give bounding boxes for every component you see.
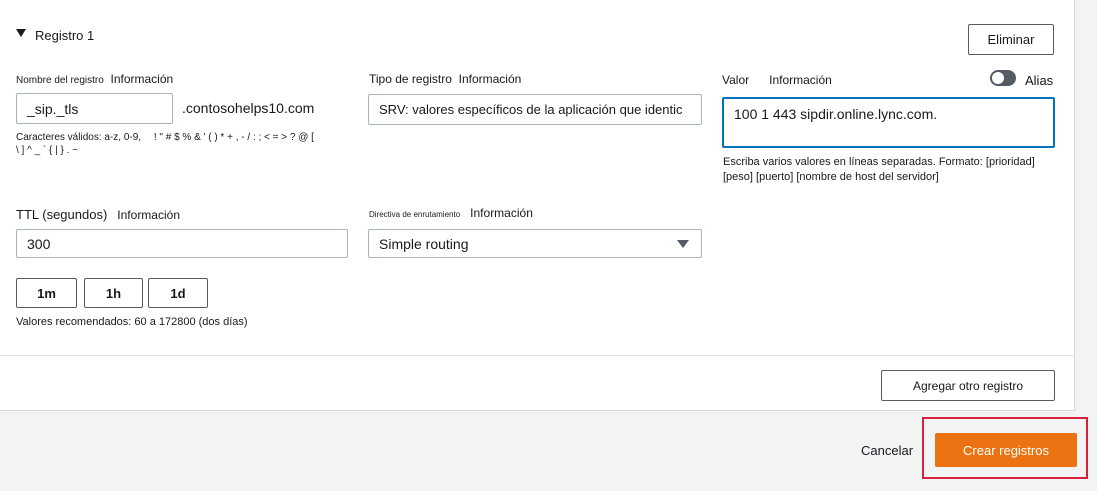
hint-chars-line1: ! " # $ % & ' ( ) * + , - / : ; < = > ? … — [153, 132, 314, 143]
value-hint: Escriba varios valores en líneas separad… — [723, 155, 1035, 185]
section-divider — [0, 355, 1074, 356]
record-panel: Registro 1 Eliminar Nombre del registro … — [0, 0, 1075, 411]
record-name-label: Nombre del registro — [16, 75, 104, 86]
record-type-info-link[interactable]: Información — [459, 72, 522, 86]
ttl-1m-button[interactable]: 1m — [16, 278, 77, 308]
highlight-box — [922, 417, 1088, 479]
collapse-triangle-icon[interactable] — [16, 29, 26, 37]
record-type-label-row: Tipo de registro Información — [369, 72, 521, 86]
toggle-knob — [992, 72, 1004, 84]
ttl-1h-button[interactable]: 1h — [84, 278, 143, 308]
value-hint-line1: Escriba varios valores en líneas separad… — [723, 156, 1035, 168]
routing-value: Simple routing — [379, 235, 469, 252]
record-name-input[interactable]: _sip._tls — [16, 93, 173, 124]
value-label: Valor — [722, 73, 750, 87]
routing-select[interactable]: Simple routing — [368, 229, 702, 258]
routing-label: Directiva de enrutamiento — [369, 210, 461, 219]
routing-info-link[interactable]: Información — [470, 206, 533, 220]
value-textarea[interactable]: 100 1 443 sipdir.online.lync.com. — [722, 97, 1055, 148]
routing-label-row: Directiva de enrutamiento Información — [369, 206, 533, 220]
section-title: Registro 1 — [35, 28, 95, 43]
value-hint-line2: [peso] [puerto] [nombre de host del serv… — [723, 171, 939, 183]
value-label-row: Valor Información — [722, 73, 832, 87]
record-type-label: Tipo de registro — [369, 72, 452, 86]
record-name-label-row: Nombre del registro Información — [16, 72, 173, 86]
alias-toggle[interactable] — [990, 70, 1016, 86]
ttl-label: TTL (segundos) — [16, 207, 108, 222]
record-type-select[interactable]: SRV: valores específicos de la aplicació… — [368, 94, 702, 125]
ttl-input[interactable]: 300 — [16, 229, 348, 258]
hint-chars-line2: \ ] ^ _ ` { | } . ~ — [16, 145, 79, 156]
hint-prefix: Caracteres válidos: a-z, 0-9, — [16, 132, 142, 143]
value-info-link[interactable]: Información — [769, 73, 832, 87]
cancel-button[interactable]: Cancelar — [861, 443, 913, 458]
add-record-button[interactable]: Agregar otro registro — [881, 370, 1055, 401]
delete-button[interactable]: Eliminar — [968, 24, 1054, 55]
ttl-label-row: TTL (segundos) Información — [16, 207, 180, 222]
record-name-hint: Caracteres válidos: a-z, 0-9, ! " # $ % … — [16, 131, 366, 157]
record-name-info-link[interactable]: Información — [110, 72, 173, 86]
alias-label: Alias — [1025, 73, 1054, 88]
ttl-info-link[interactable]: Información — [117, 208, 180, 222]
ttl-1d-button[interactable]: 1d — [148, 278, 208, 308]
caret-down-icon — [677, 240, 689, 248]
domain-suffix: .contosohelps10.com — [182, 100, 315, 116]
ttl-hint: Valores recomendados: 60 a 172800 (dos d… — [16, 316, 248, 328]
